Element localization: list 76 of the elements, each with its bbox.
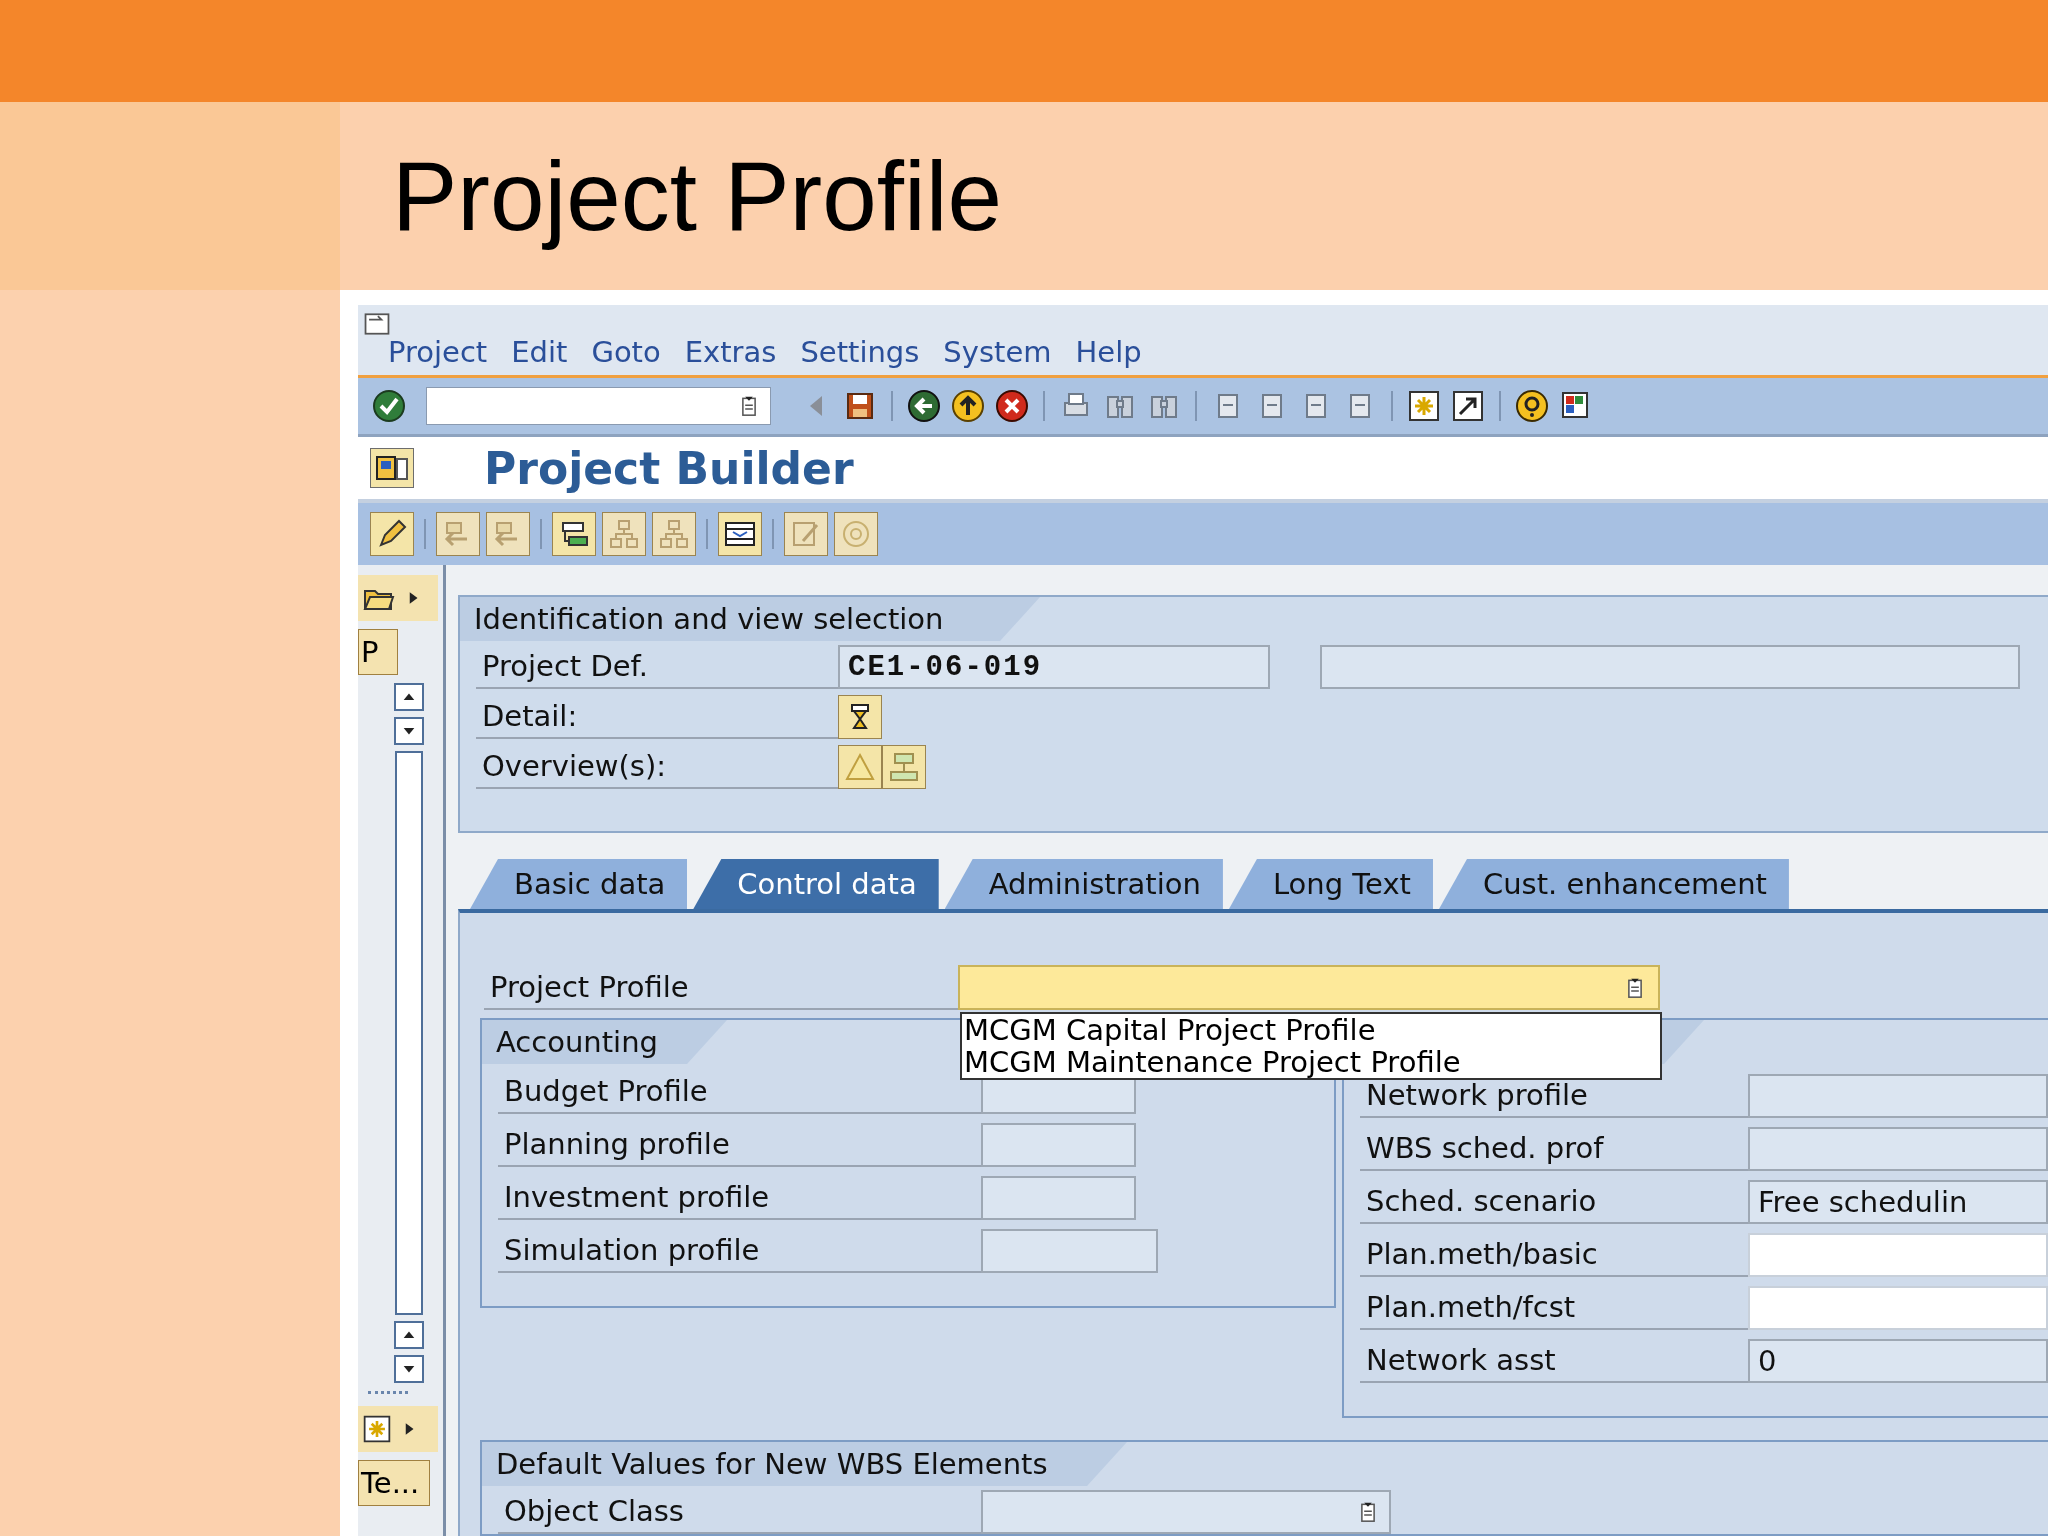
hierarchy-icon bbox=[607, 517, 641, 551]
nav-tab[interactable]: P bbox=[358, 629, 398, 675]
input-field[interactable]: Free schedulin bbox=[1748, 1180, 2048, 1224]
input-field[interactable] bbox=[1748, 1233, 2048, 1277]
menu-item[interactable]: System bbox=[943, 335, 1052, 375]
shortcut-icon[interactable] bbox=[1451, 389, 1485, 423]
enter-icon[interactable] bbox=[372, 389, 406, 423]
field-label: Investment profile bbox=[498, 1176, 981, 1220]
slide-title: Project Profile bbox=[392, 139, 1002, 253]
tab[interactable]: Administration bbox=[944, 859, 1223, 909]
edit-button[interactable] bbox=[370, 512, 414, 556]
field-label: Network profile bbox=[1360, 1074, 1748, 1118]
field-label: Network asst bbox=[1360, 1339, 1748, 1383]
detail-button[interactable] bbox=[838, 695, 882, 739]
hierarchy-icon bbox=[657, 517, 691, 551]
structure-button[interactable] bbox=[552, 512, 596, 556]
section-title: Identification and view selection bbox=[474, 602, 944, 636]
screen-button[interactable] bbox=[370, 448, 414, 488]
group-title: Default Values for New WBS Elements bbox=[496, 1447, 1048, 1481]
input-field[interactable] bbox=[981, 1176, 1136, 1220]
film-button[interactable] bbox=[718, 512, 762, 556]
ring-button[interactable] bbox=[834, 512, 878, 556]
menu-item[interactable]: Help bbox=[1075, 335, 1142, 375]
command-field[interactable] bbox=[426, 387, 771, 425]
overview-button[interactable] bbox=[882, 745, 926, 789]
field-label: Planning profile bbox=[498, 1123, 981, 1167]
dropdown-option[interactable]: MCGM Capital Project Profile bbox=[964, 1014, 1660, 1046]
menu-item[interactable]: Extras bbox=[684, 335, 777, 375]
field-label: Project Profile bbox=[484, 965, 958, 1010]
folder-button[interactable] bbox=[358, 575, 438, 621]
field-label: Plan.meth/basic bbox=[1360, 1233, 1748, 1277]
field-value: 0 bbox=[1758, 1344, 1777, 1378]
field-label: Sched. scenario bbox=[1360, 1180, 1748, 1224]
field-label: Object Class bbox=[498, 1490, 981, 1534]
tab[interactable]: Control data bbox=[693, 859, 939, 909]
new-window-icon[interactable] bbox=[1407, 389, 1441, 423]
table-button[interactable] bbox=[784, 512, 828, 556]
scroll-up-button[interactable] bbox=[394, 683, 424, 711]
field-label: Plan.meth/fcst bbox=[1360, 1286, 1748, 1330]
scroll-track[interactable] bbox=[395, 751, 423, 1315]
hierarchy-button[interactable] bbox=[652, 512, 696, 556]
menu-item[interactable]: Edit bbox=[511, 335, 568, 375]
field-label: Simulation profile bbox=[498, 1229, 981, 1273]
help-icon[interactable] bbox=[1515, 389, 1549, 423]
scroll-up-button[interactable] bbox=[394, 1321, 424, 1349]
node-button[interactable] bbox=[358, 1406, 438, 1452]
description-field[interactable] bbox=[1320, 645, 2020, 689]
network-icon bbox=[887, 750, 921, 784]
tab[interactable]: Long Text bbox=[1228, 859, 1433, 909]
previous-button[interactable] bbox=[436, 512, 480, 556]
overview-button[interactable] bbox=[838, 745, 882, 789]
input-field[interactable] bbox=[981, 1229, 1158, 1273]
input-field[interactable]: 0 bbox=[1748, 1339, 2048, 1383]
group-title: Accounting bbox=[496, 1025, 658, 1059]
input-field[interactable] bbox=[1748, 1127, 2048, 1171]
menu-item[interactable]: Goto bbox=[591, 335, 661, 375]
tab[interactable]: Basic data bbox=[470, 859, 688, 909]
project-def-field[interactable]: CE1-06-019 bbox=[838, 645, 1270, 689]
next-button[interactable] bbox=[486, 512, 530, 556]
screen-title: Project Builder bbox=[484, 442, 854, 494]
input-field[interactable] bbox=[981, 1123, 1136, 1167]
asterisk-icon bbox=[362, 1414, 392, 1444]
cancel-icon[interactable] bbox=[995, 389, 1029, 423]
back-icon[interactable] bbox=[907, 389, 941, 423]
nav-tab[interactable]: Te... bbox=[358, 1460, 430, 1506]
field-value: Free schedulin bbox=[1758, 1185, 1968, 1219]
scroll-down-button[interactable] bbox=[394, 1355, 424, 1383]
input-field[interactable] bbox=[1748, 1286, 2048, 1330]
menu-item[interactable]: Settings bbox=[800, 335, 920, 375]
tab[interactable]: Cust. enhancement bbox=[1439, 859, 1789, 909]
scroll-down-button[interactable] bbox=[394, 717, 424, 745]
input-field[interactable] bbox=[1748, 1074, 2048, 1118]
hierarchy-button[interactable] bbox=[602, 512, 646, 556]
input-field[interactable] bbox=[981, 1490, 1391, 1534]
field-label: WBS sched. prof bbox=[1360, 1127, 1748, 1171]
menu-item[interactable]: Project bbox=[388, 335, 488, 375]
